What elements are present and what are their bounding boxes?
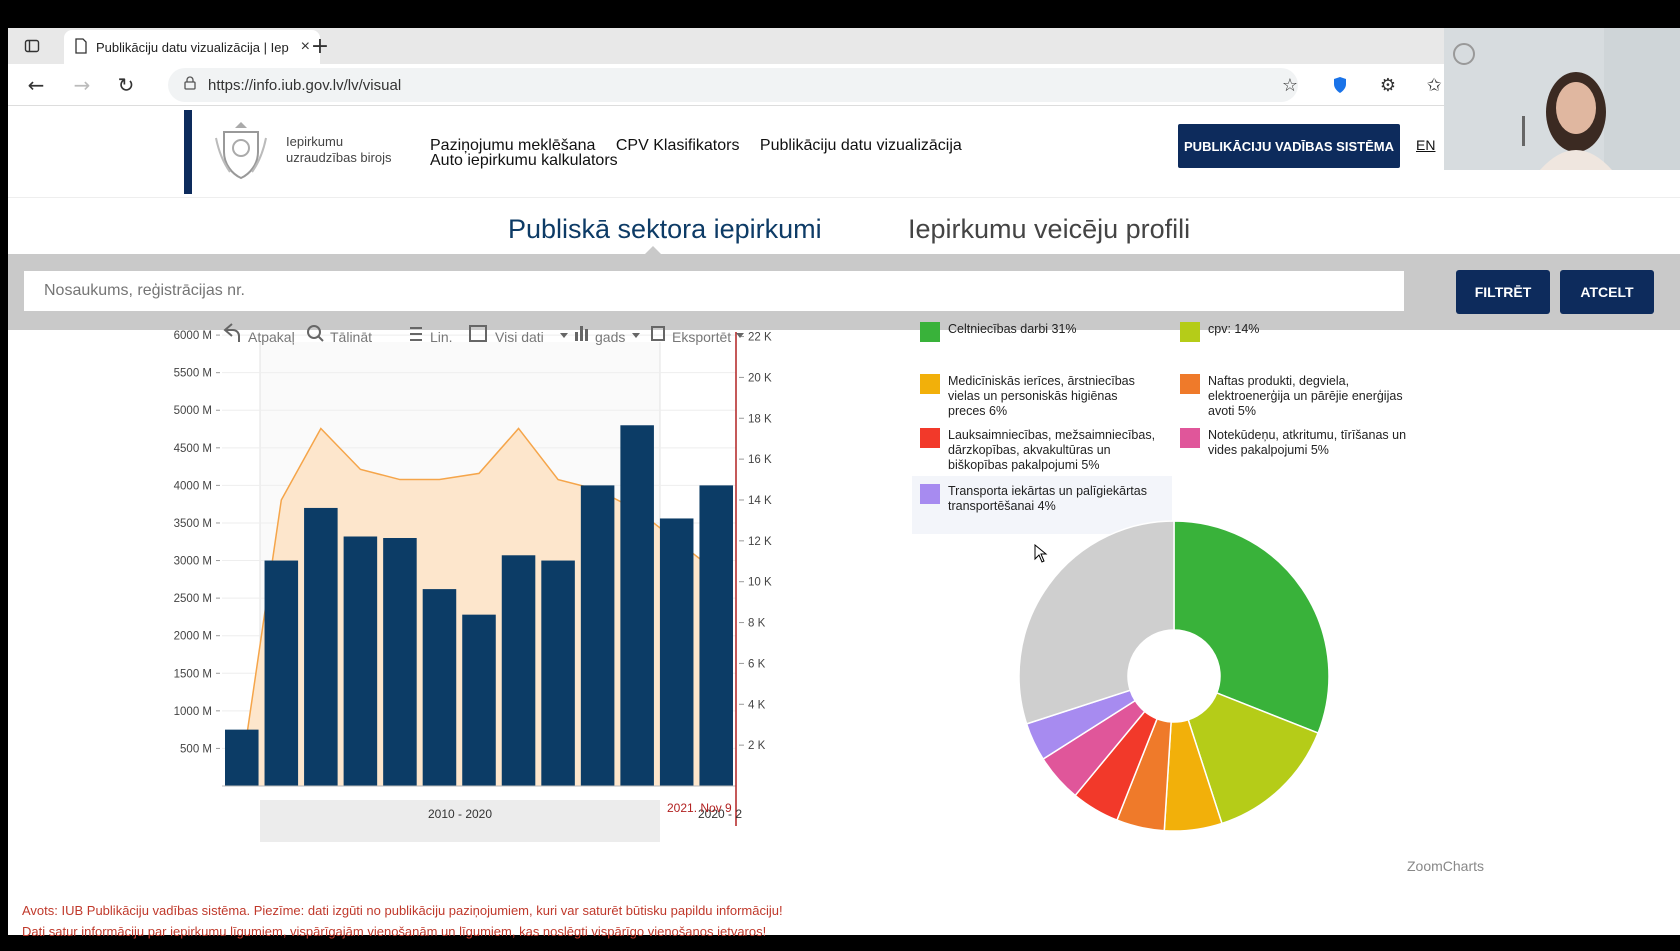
time-axis-label: 2010 - 2020 bbox=[428, 807, 492, 821]
site-header: Iepirkumu uzraudzības birojs Paziņojumu … bbox=[8, 106, 1680, 198]
nav-calculator[interactable]: Auto iepirkumu kalkulators bbox=[430, 152, 618, 169]
all-data-label: Visi dati bbox=[495, 329, 544, 345]
chart-toolbar: Atpakaļ Tālināt Lin. Visi dati gads Eksp… bbox=[223, 323, 744, 345]
bar[interactable] bbox=[225, 729, 259, 786]
right-axis-tick: 2 K bbox=[748, 740, 766, 752]
period-label: gads bbox=[595, 329, 625, 345]
new-tab-icon[interactable]: + bbox=[308, 34, 332, 59]
bar[interactable] bbox=[304, 507, 338, 786]
logo-line-2: uzraudzības birojs bbox=[286, 150, 392, 165]
left-axis-tick: 2000 M bbox=[174, 631, 212, 643]
left-axis-tick: 5000 M bbox=[174, 405, 212, 417]
filter-button[interactable]: FILTRĒT bbox=[1456, 270, 1550, 314]
bar[interactable] bbox=[501, 555, 536, 786]
bar[interactable] bbox=[699, 485, 733, 786]
back-arrow-icon[interactable]: ← bbox=[24, 73, 48, 97]
right-axis-tick: 18 K bbox=[748, 413, 772, 425]
cancel-button[interactable]: ATCELT bbox=[1560, 270, 1654, 314]
bar[interactable] bbox=[462, 614, 496, 786]
forward-arrow-icon[interactable]: → bbox=[70, 73, 94, 97]
tab-public-sector[interactable]: Publiskā sektora iepirkumi bbox=[508, 214, 822, 245]
search-input[interactable] bbox=[24, 271, 1404, 311]
tab-actions-icon[interactable] bbox=[20, 34, 44, 58]
extensions-icon[interactable]: ⚙ bbox=[1376, 73, 1400, 97]
source-notes: Avots: IUB Publikāciju vadības sistēma. … bbox=[22, 900, 922, 942]
bar[interactable] bbox=[343, 536, 378, 786]
left-axis-tick: 2500 M bbox=[174, 593, 212, 605]
time-series-chart[interactable]: 500 M 1000 M 1500 M 2000 M 2500 M 3000 M 3500 … bbox=[170, 316, 830, 892]
lock-icon bbox=[184, 76, 196, 94]
right-axis-tick: 14 K bbox=[748, 495, 772, 507]
favorites-icon[interactable]: ✩ bbox=[1422, 73, 1446, 97]
right-axis-tick: 6 K bbox=[748, 658, 766, 670]
bar[interactable] bbox=[264, 560, 299, 786]
right-axis-tick: 12 K bbox=[748, 536, 772, 548]
left-axis-tick: 1500 M bbox=[174, 668, 212, 680]
active-tab-indicator bbox=[645, 246, 661, 254]
tab-buyer-profiles[interactable]: Iepirkumu veicēju profili bbox=[908, 214, 1190, 245]
left-axis-tick: 5500 M bbox=[174, 368, 212, 380]
chevron-down-icon bbox=[736, 333, 744, 338]
logo-accent-bar bbox=[184, 110, 192, 194]
address-bar: ← → ↻ https://info.iub.gov.lv/lv/visual … bbox=[8, 64, 1680, 106]
zoom-out-label: Tālināt bbox=[330, 329, 372, 345]
coat-of-arms-logo[interactable] bbox=[212, 118, 270, 182]
left-axis-tick: 500 M bbox=[180, 743, 212, 755]
nav-visualization[interactable]: Publikāciju datu vizualizācija bbox=[760, 137, 962, 154]
category-pie-chart[interactable] bbox=[908, 316, 1528, 892]
bar-chart-icon bbox=[575, 326, 588, 341]
time-cursor-label: 2021. Nov 9 bbox=[667, 801, 732, 815]
source-note-line-2: Dati satur informāciju par iepirkumu līg… bbox=[22, 924, 767, 939]
right-axis-tick: 22 K bbox=[748, 332, 772, 344]
bar[interactable] bbox=[541, 560, 575, 786]
export-dropdown[interactable]: Eksportēt bbox=[651, 326, 744, 345]
url-text: https://info.iub.gov.lv/lv/visual bbox=[208, 76, 402, 94]
list-icon bbox=[410, 327, 422, 341]
category-pie-panel: Celtniecības darbi 31% cpv: 14% Medicīnisk… bbox=[908, 316, 1528, 892]
browser-tab[interactable]: Publikāciju datu vizualizācija | Iep × bbox=[64, 30, 320, 64]
nav-cpv[interactable]: CPV Klasifikators bbox=[616, 137, 740, 154]
left-axis-tick: 4500 M bbox=[174, 443, 212, 455]
bar[interactable] bbox=[422, 589, 457, 786]
left-axis-tick: 3500 M bbox=[174, 518, 212, 530]
page-icon bbox=[74, 37, 88, 57]
bar[interactable] bbox=[620, 425, 654, 786]
left-axis-tick: 3000 M bbox=[174, 556, 212, 568]
left-axis-tick: 4000 M bbox=[174, 480, 212, 492]
shield-icon[interactable] bbox=[1328, 73, 1352, 97]
left-axis-tick: 1000 M bbox=[174, 706, 212, 718]
pvs-button[interactable]: PUBLIKĀCIJU VADĪBAS SISTĒMA bbox=[1178, 124, 1400, 168]
right-axis-tick: 16 K bbox=[748, 454, 772, 466]
logo-text: Iepirkumu uzraudzības birojs bbox=[286, 134, 406, 166]
reload-icon[interactable]: ↻ bbox=[114, 73, 138, 97]
section-tabs: Publiskā sektora iepirkumi Iepirkumu vei… bbox=[8, 198, 1680, 254]
webcam-overlay bbox=[1444, 28, 1680, 170]
language-en-link[interactable]: EN bbox=[1416, 137, 1435, 153]
bar[interactable] bbox=[659, 518, 694, 786]
url-field[interactable]: https://info.iub.gov.lv/lv/visual bbox=[168, 68, 1298, 102]
main-nav: Paziņojumu meklēšana CPV Klasifikators P… bbox=[430, 137, 1030, 169]
zoomcharts-watermark: ZoomCharts bbox=[1407, 858, 1485, 874]
right-axis-tick: 4 K bbox=[748, 699, 766, 711]
linear-label: Lin. bbox=[430, 329, 453, 345]
logo-line-1: Iepirkumu bbox=[286, 134, 344, 149]
mouse-cursor-icon bbox=[1034, 544, 1048, 563]
bar[interactable] bbox=[383, 537, 417, 786]
tab-bar: Publikāciju datu vizualizācija | Iep × + bbox=[8, 28, 1680, 64]
back-label: Atpakaļ bbox=[248, 329, 295, 345]
calendar-icon bbox=[469, 325, 487, 342]
source-note-line-1: Avots: IUB Publikāciju vadības sistēma. … bbox=[22, 903, 783, 918]
right-axis-tick: 10 K bbox=[748, 577, 772, 589]
bar[interactable] bbox=[580, 485, 615, 786]
tab-title: Publikāciju datu vizualizācija | Iep bbox=[96, 39, 289, 55]
right-axis-tick: 8 K bbox=[748, 618, 766, 630]
left-axis-tick: 6000 M bbox=[174, 330, 212, 342]
favorite-star-icon[interactable]: ☆ bbox=[1278, 73, 1302, 97]
right-axis-tick: 20 K bbox=[748, 372, 772, 384]
export-icon bbox=[651, 326, 665, 341]
back-button[interactable]: Atpakaļ bbox=[223, 323, 295, 345]
pie-center-hole bbox=[1129, 631, 1219, 721]
export-label: Eksportēt bbox=[672, 329, 731, 345]
